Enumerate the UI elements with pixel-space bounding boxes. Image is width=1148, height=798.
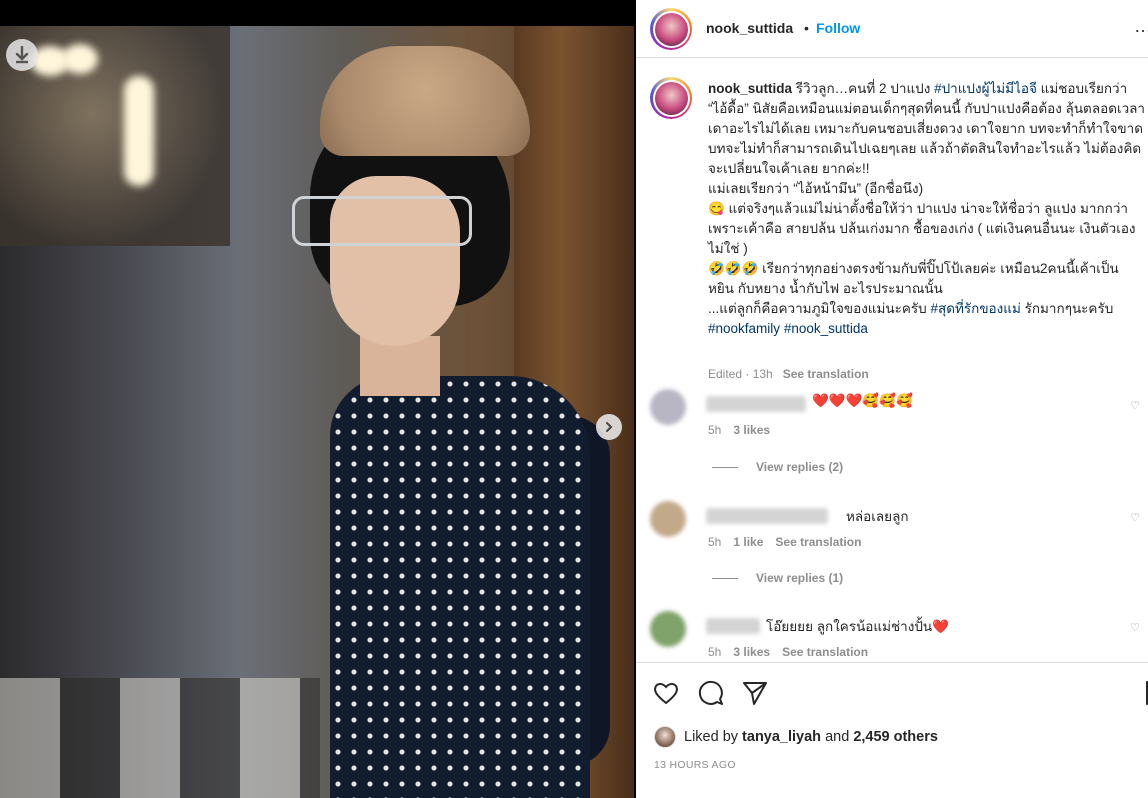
caption-segment: รีวิวลูก…คนที่ 2 ปาแปง bbox=[792, 81, 935, 96]
comment-meta: 5h 3 likes See translation bbox=[708, 645, 868, 659]
hashtag-link[interactable]: #สุดที่รักของแม่ bbox=[930, 301, 1020, 316]
comments-scroll-area[interactable]: nook_suttida รีวิวลูก…คนที่ 2 ปาแปง #ปาแ… bbox=[636, 59, 1148, 662]
comment-likes[interactable]: 1 like bbox=[733, 535, 763, 549]
download-icon bbox=[15, 46, 29, 64]
comment-item: ❤️❤️❤️🥰🥰🥰 5h 3 likes ♡ bbox=[650, 389, 1140, 469]
view-replies-button[interactable]: View replies (2) bbox=[712, 460, 843, 474]
commenter-username-blurred[interactable] bbox=[706, 508, 828, 524]
commenter-avatar[interactable] bbox=[650, 501, 686, 537]
hashtag-link[interactable]: #nookfamily bbox=[708, 321, 780, 336]
comment-likes[interactable]: 3 likes bbox=[733, 645, 770, 659]
replies-line bbox=[712, 466, 738, 468]
comment-see-translation[interactable]: See translation bbox=[782, 645, 868, 659]
heart-icon[interactable] bbox=[652, 679, 680, 707]
liked-by-middle: and bbox=[825, 729, 850, 745]
caption-segment: ...แต่ลูกก็คือความภูมิใจของแม่นะครับ bbox=[708, 301, 931, 316]
comment-like-icon[interactable]: ♡ bbox=[1130, 399, 1140, 412]
comment-like-icon[interactable]: ♡ bbox=[1130, 511, 1140, 524]
view-replies-button[interactable]: View replies (1) bbox=[712, 571, 843, 585]
chevron-right-icon bbox=[606, 422, 613, 432]
comment-like-icon[interactable]: ♡ bbox=[1130, 621, 1140, 634]
caption-segment: รักมากๆนะครับ bbox=[1020, 301, 1114, 316]
post-timestamp[interactable]: 13 HOURS AGO bbox=[654, 759, 736, 771]
separator-dot: • bbox=[804, 20, 809, 36]
comment-meta: 5h 3 likes bbox=[708, 423, 770, 437]
hashtag-link[interactable]: #nook_suttida bbox=[784, 321, 868, 336]
comment-meta: 5h 1 like See translation bbox=[708, 535, 861, 549]
avatar-image bbox=[654, 81, 688, 115]
see-translation-link[interactable]: See translation bbox=[783, 367, 869, 381]
follow-button[interactable]: Follow bbox=[816, 20, 860, 36]
media-top-strip bbox=[0, 0, 636, 26]
liker-username[interactable]: tanya_liyah bbox=[742, 729, 821, 745]
caption-segment: แม่เลยเรียกว่า “ไอ้หน้ามึน” (อีกชื่อนึง) bbox=[708, 181, 924, 196]
commenter-username-blurred[interactable] bbox=[706, 396, 806, 412]
commenter-avatar[interactable] bbox=[650, 389, 686, 425]
comment-item: โอ๊ยยยย ลูกใครน้อแม่ช่างปั้น❤️ 5h 3 likes… bbox=[650, 611, 1140, 662]
download-button[interactable] bbox=[6, 39, 38, 71]
subject-hat bbox=[320, 46, 530, 156]
comment-time: 5h bbox=[708, 535, 722, 549]
post-side-panel: nook_suttida • Follow … nook_suttida รีว… bbox=[636, 0, 1148, 798]
liker-avatar[interactable] bbox=[654, 726, 676, 748]
photo-subject bbox=[270, 36, 610, 798]
post-media bbox=[0, 0, 636, 798]
liked-by: Liked by tanya_liyah and 2,459 others bbox=[654, 726, 938, 748]
post-header: nook_suttida • Follow … bbox=[636, 0, 1148, 58]
post-viewer: nook_suttida • Follow … nook_suttida รีว… bbox=[0, 0, 1148, 798]
post-photo[interactable] bbox=[0, 26, 634, 798]
post-actions: Liked by tanya_liyah and 2,459 others 13… bbox=[636, 662, 1148, 798]
caption-segment: 😋 แต่จริงๆแล้วแม่ไม่น่าตั้งชื่อให้ว่า ปา… bbox=[708, 201, 1136, 256]
edited-label: Edited · 13h bbox=[708, 367, 773, 381]
photo-light bbox=[62, 44, 98, 74]
caption-text: nook_suttida รีวิวลูก…คนที่ 2 ปาแปง #ปาแ… bbox=[708, 79, 1146, 339]
bookmark-icon[interactable] bbox=[1142, 679, 1148, 707]
comment-icon[interactable] bbox=[697, 679, 725, 707]
photo-light bbox=[124, 76, 154, 186]
caption-segment: 🤣🤣🤣 เรียกว่าทุกอย่างตรงข้ามกับพี่ปิ๊ปโป้… bbox=[708, 261, 1119, 296]
subject-glasses bbox=[292, 196, 472, 246]
caption-avatar[interactable] bbox=[650, 77, 692, 119]
subject-shirt bbox=[330, 376, 590, 798]
comment-likes[interactable]: 3 likes bbox=[733, 423, 770, 437]
share-icon[interactable] bbox=[741, 679, 769, 707]
replies-line bbox=[712, 577, 738, 579]
comment-text: หล่อเลยลูก bbox=[846, 509, 909, 524]
liked-by-prefix: Liked by bbox=[684, 729, 739, 745]
avatar-image bbox=[654, 12, 688, 46]
next-image-button[interactable] bbox=[596, 414, 622, 440]
author-avatar[interactable] bbox=[650, 8, 692, 50]
comment-time: 5h bbox=[708, 423, 722, 437]
comment-time: 5h bbox=[708, 645, 722, 659]
author-username[interactable]: nook_suttida bbox=[706, 20, 793, 36]
caption-meta: Edited · 13h See translation bbox=[708, 367, 869, 381]
comment-text: โอ๊ยยยย ลูกใครน้อแม่ช่างปั้น❤️ bbox=[766, 619, 949, 634]
avatar-border bbox=[652, 79, 690, 117]
comment-item: หล่อเลยลูก 5h 1 like See translation ♡ bbox=[650, 501, 1140, 581]
commenter-username-blurred[interactable] bbox=[706, 618, 760, 634]
avatar-border bbox=[652, 10, 690, 48]
replies-label: View replies (1) bbox=[756, 571, 844, 585]
comment-see-translation[interactable]: See translation bbox=[775, 535, 861, 549]
commenter-avatar[interactable] bbox=[650, 611, 686, 647]
replies-label: View replies (2) bbox=[756, 460, 844, 474]
more-options-icon[interactable]: … bbox=[1134, 16, 1148, 37]
caption-username[interactable]: nook_suttida bbox=[708, 81, 792, 96]
comment-text: ❤️❤️❤️🥰🥰🥰 bbox=[812, 393, 913, 408]
likes-count[interactable]: 2,459 others bbox=[853, 729, 938, 745]
hashtag-link[interactable]: #ปาแปงผู้ไม่มีไอจี bbox=[934, 81, 1037, 96]
